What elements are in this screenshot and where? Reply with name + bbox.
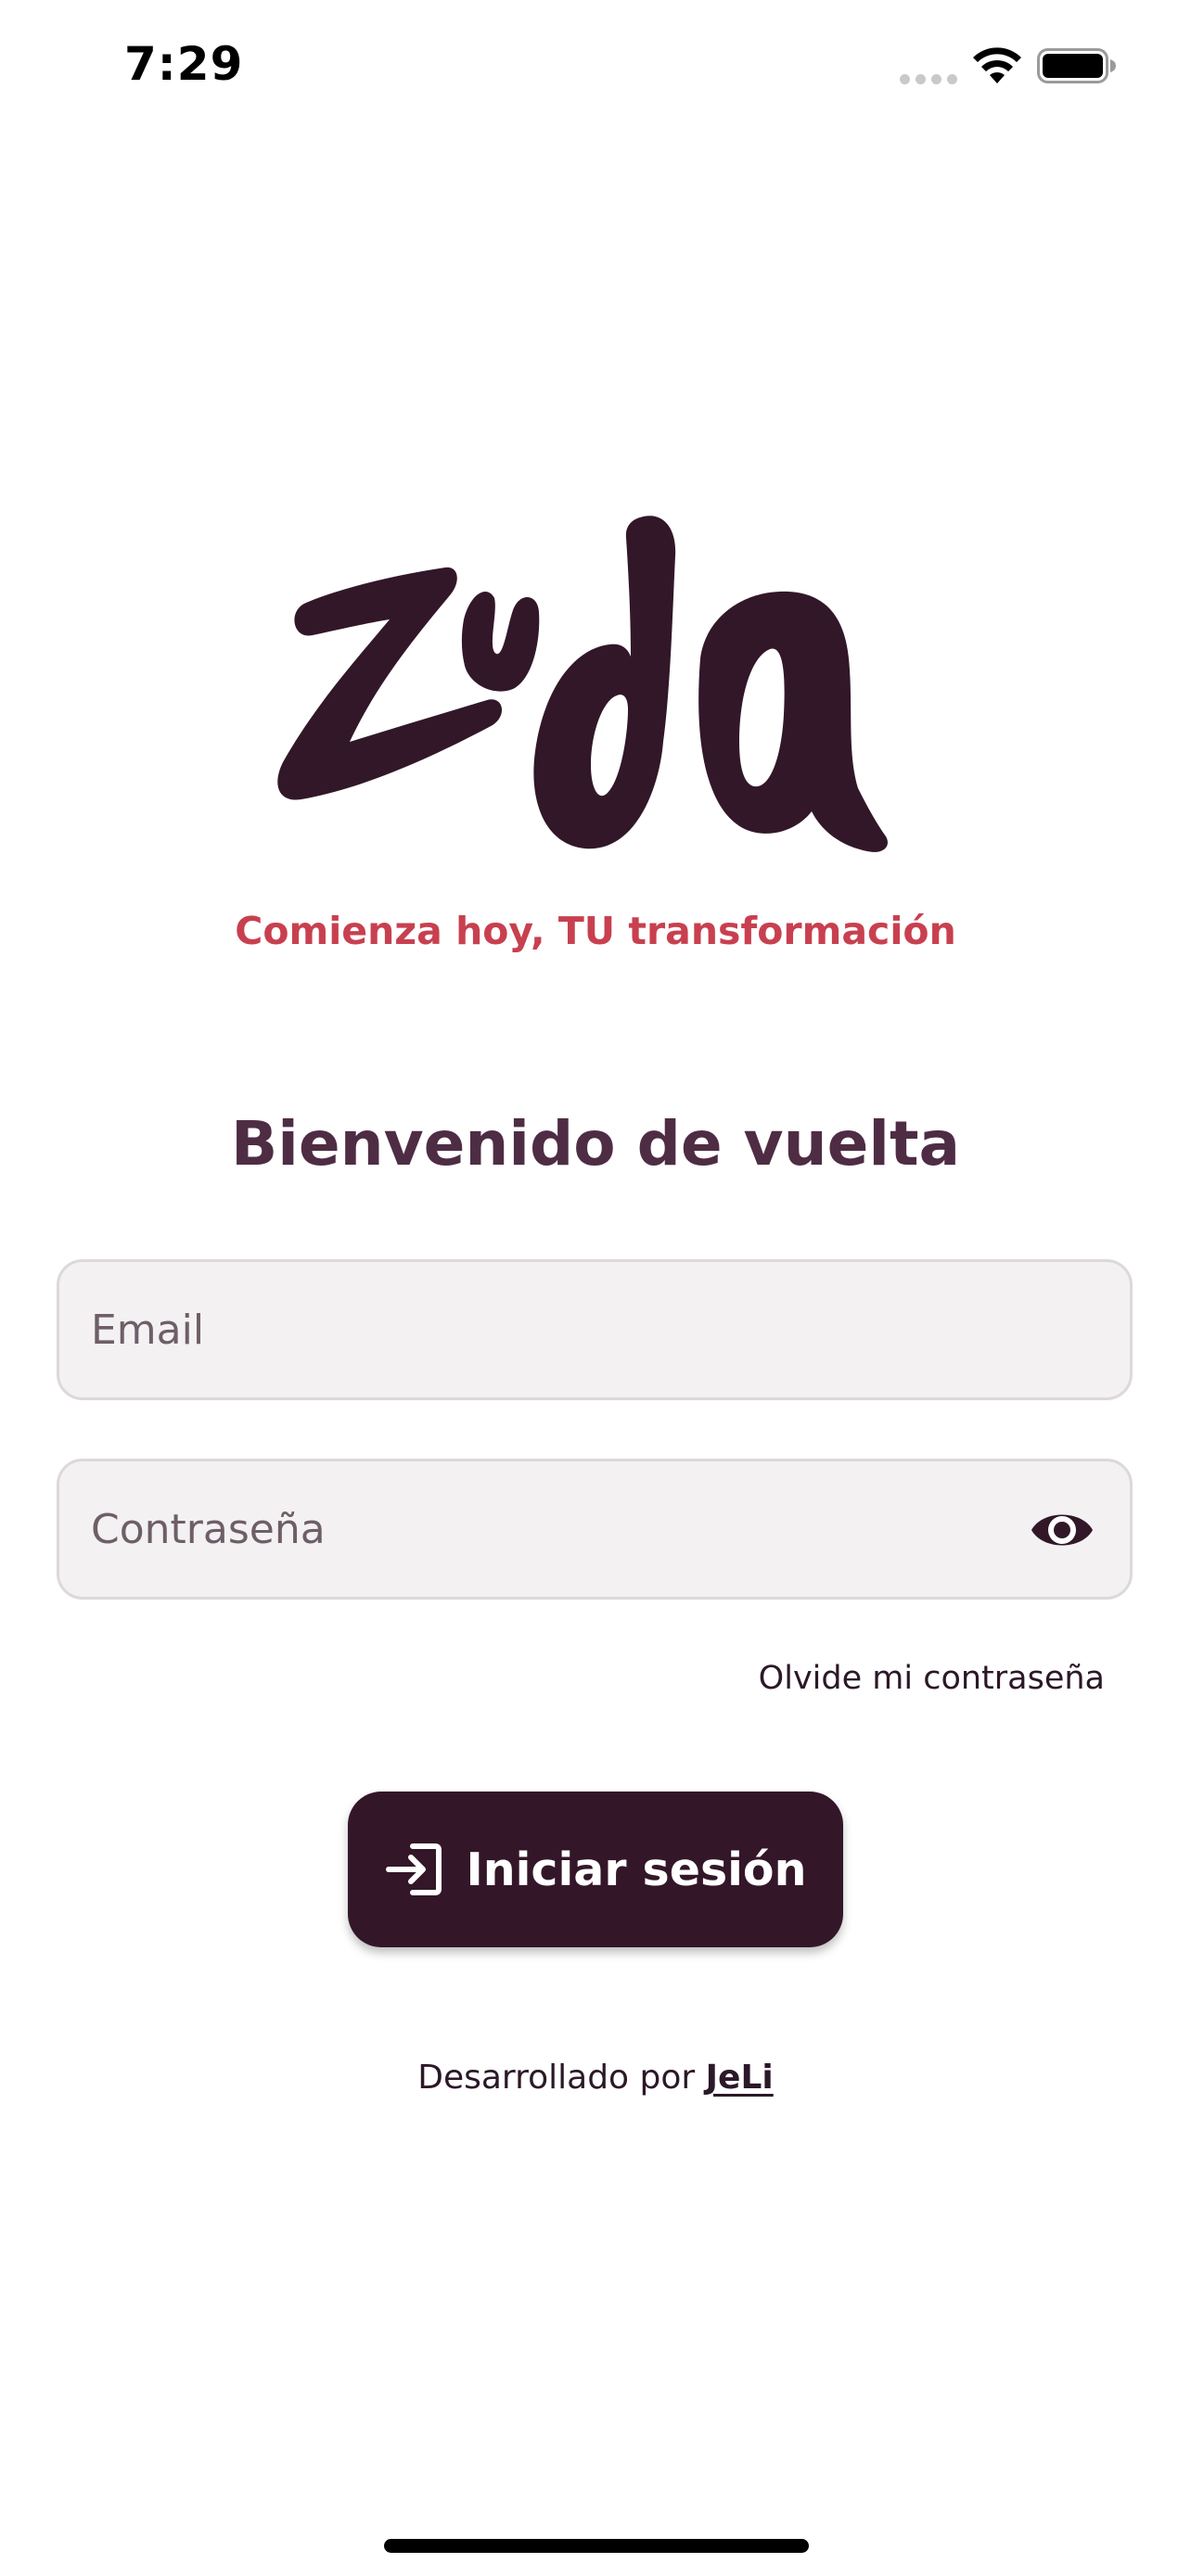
email-input[interactable]: [91, 1262, 981, 1397]
battery-icon: [1037, 48, 1116, 83]
login-button-label: Iniciar sesión: [466, 1843, 807, 1896]
tagline: Comienza hoy, TU transformación: [235, 909, 956, 953]
eye-icon[interactable]: [1030, 1502, 1095, 1558]
status-bar: 7:29: [0, 0, 1191, 130]
page-title: Bienvenido de vuelta: [230, 1108, 961, 1180]
login-button[interactable]: Iniciar sesión: [348, 1792, 843, 1947]
home-indicator[interactable]: [384, 2539, 809, 2553]
developer-link[interactable]: JeLi: [706, 2059, 774, 2097]
password-field-container[interactable]: [57, 1459, 1133, 1600]
password-input[interactable]: [91, 1461, 981, 1597]
email-field-container[interactable]: [57, 1259, 1133, 1400]
status-time: 7:29: [124, 37, 244, 91]
footer-credit: Desarrollado por JeLi: [0, 2059, 1191, 2097]
zuda-logo: [277, 516, 888, 852]
footer-prefix: Desarrollado por: [417, 2059, 696, 2097]
signal-dots-icon: [900, 74, 957, 84]
forgot-password-link[interactable]: Olvide mi contraseña: [759, 1660, 1105, 1697]
wifi-icon: [973, 47, 1021, 83]
login-icon: [385, 1843, 442, 1895]
